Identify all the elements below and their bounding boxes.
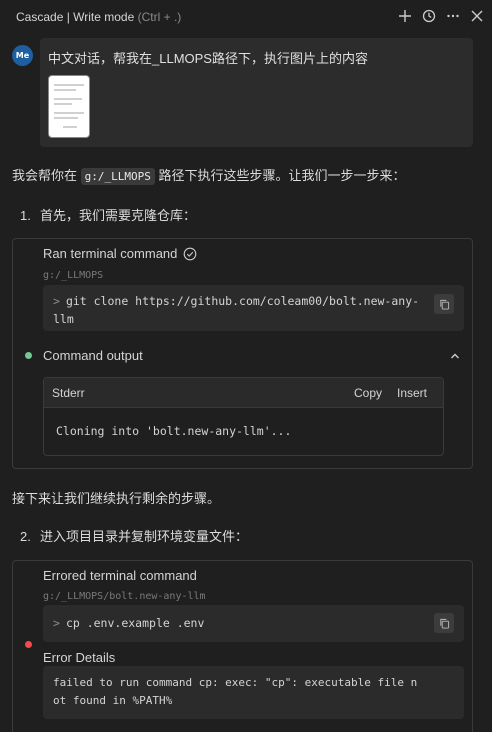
working-directory: g:/_LLMOPS/bolt.new-any-llm	[43, 591, 206, 602]
attached-image-thumbnail[interactable]	[48, 75, 90, 138]
history-icon[interactable]	[420, 7, 438, 25]
step-2-text: 进入项目目录并复制环境变量文件：	[40, 529, 249, 544]
user-message-row: Me 中文对话，帮我在_LLMOPS路径下，执行图片上的内容	[12, 38, 474, 147]
step-2: 2. 进入项目目录并复制环境变量文件：	[20, 526, 248, 545]
terminal-command-card: Ran terminal command g:/_LLMOPS > git clo…	[12, 238, 473, 469]
header-actions	[396, 7, 486, 25]
insert-output-button[interactable]: Insert	[397, 386, 427, 400]
error-text-line2: ot found in %PATH%	[53, 694, 173, 707]
stderr-panel: Stderr Copy Insert Cloning into 'bolt.ne…	[43, 377, 444, 456]
prompt-symbol: >	[53, 616, 60, 630]
copy-output-button[interactable]: Copy	[354, 386, 382, 400]
errored-command-card: Errored terminal command g:/_LLMOPS/bolt…	[12, 560, 473, 732]
error-details-box: failed to run command cp: exec: "cp": ex…	[43, 666, 464, 719]
step-2-number: 2.	[20, 529, 31, 544]
stderr-output: Cloning into 'bolt.new-any-llm'...	[56, 424, 292, 438]
error-status-dot	[25, 641, 32, 648]
inline-code-path: g:/_LLMOPS	[80, 168, 155, 185]
command-output-label[interactable]: Command output	[43, 348, 143, 363]
command-box: > cp .env.example .env	[43, 605, 464, 642]
intro-text-before: 我会帮你在	[12, 168, 81, 183]
copy-command-button[interactable]	[434, 294, 454, 314]
panel-title-text: Cascade | Write mode	[16, 10, 135, 24]
close-icon[interactable]	[468, 7, 486, 25]
stderr-title: Stderr	[52, 386, 85, 400]
card-title: Ran terminal command	[43, 246, 197, 261]
intro-text-after: 路径下执行这些步骤。让我们一步一步来：	[154, 168, 406, 183]
command-box: > git clone https://github.com/coleam00/b…	[43, 285, 464, 331]
copy-icon	[439, 299, 449, 310]
copy-icon	[439, 618, 449, 629]
user-message-text: 中文对话，帮我在_LLMOPS路径下，执行图片上的内容	[48, 51, 368, 66]
success-status-dot	[25, 352, 32, 359]
error-details-label: Error Details	[43, 650, 116, 665]
panel-title: Cascade | Write mode (Ctrl + .)	[16, 10, 181, 24]
prompt-symbol: >	[53, 294, 60, 308]
stderr-header: Stderr Copy Insert	[44, 378, 443, 408]
shortcut-hint: (Ctrl + .)	[137, 10, 182, 24]
panel-header: Cascade | Write mode (Ctrl + .)	[0, 0, 492, 34]
avatar: Me	[12, 45, 33, 66]
plus-icon[interactable]	[396, 7, 414, 25]
command-text-line1: git clone https://github.com/coleam00/bo…	[65, 294, 420, 308]
command-text: cp .env.example .env	[65, 616, 205, 630]
step-1-text: 首先，我们需要克隆仓库：	[40, 208, 197, 223]
continue-text: 接下来让我们继续执行剩余的步骤。	[12, 491, 221, 506]
command-text-line2: llm	[53, 312, 74, 326]
check-circle-icon	[184, 247, 197, 260]
error-text-line1: failed to run command cp: exec: "cp": ex…	[53, 676, 418, 689]
working-directory: g:/_LLMOPS	[43, 270, 104, 281]
step-1: 1. 首先，我们需要克隆仓库：	[20, 205, 196, 224]
errored-card-title: Errored terminal command	[43, 568, 197, 583]
copy-command-button[interactable]	[434, 613, 454, 633]
assistant-intro: 我会帮你在 g:/_LLMOPS 路径下执行这些步骤。让我们一步一步来：	[12, 165, 406, 185]
step-1-number: 1.	[20, 208, 31, 223]
more-icon[interactable]	[444, 7, 462, 25]
chevron-up-icon[interactable]	[448, 349, 462, 363]
user-message-bubble: 中文对话，帮我在_LLMOPS路径下，执行图片上的内容	[40, 38, 473, 147]
card-title-text: Ran terminal command	[43, 246, 178, 261]
